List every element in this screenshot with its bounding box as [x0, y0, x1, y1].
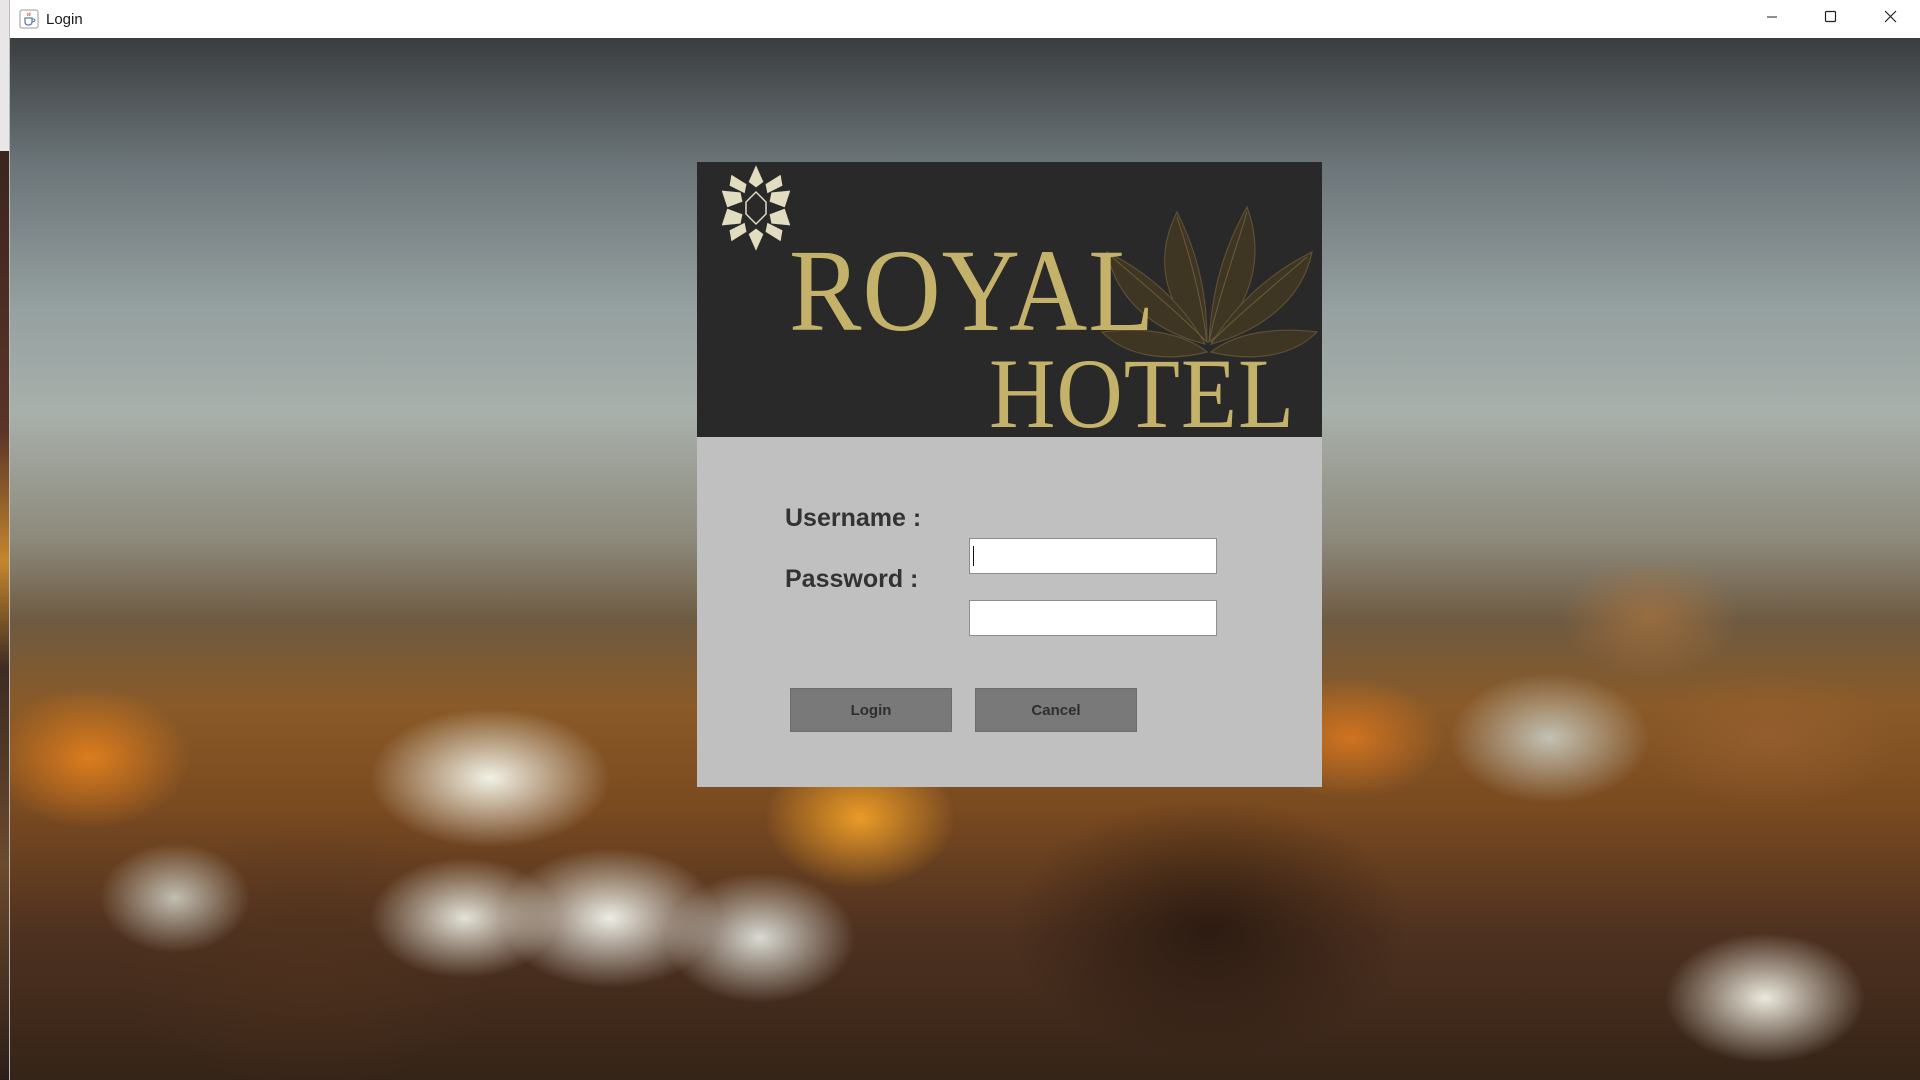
login-button[interactable]: Login: [790, 688, 952, 732]
bokeh-background: ROYAL HOTEL Username : Password : Login …: [10, 38, 1920, 1080]
minimize-button[interactable]: [1744, 0, 1800, 38]
password-label: Password :: [785, 565, 919, 593]
username-input[interactable]: [969, 538, 1217, 574]
window-title: Login: [46, 10, 83, 28]
text-caret: [973, 546, 974, 566]
title-bar[interactable]: Login: [10, 0, 1920, 38]
cancel-button[interactable]: Cancel: [975, 688, 1137, 732]
login-panel: ROYAL HOTEL Username : Password : Login …: [697, 162, 1322, 787]
hotel-banner: ROYAL HOTEL: [697, 162, 1322, 437]
brand-name-hotel: HOTEL: [989, 338, 1296, 438]
maximize-button[interactable]: [1802, 0, 1858, 38]
brand-name-royal: ROYAL: [789, 225, 1156, 356]
maximize-icon: [1824, 10, 1837, 28]
password-input[interactable]: [969, 600, 1217, 636]
star-emblem-icon: [720, 162, 792, 254]
minimize-icon: [1766, 10, 1778, 28]
login-window: Login ROYAL HOTEL Username: Password: …: [9, 0, 1920, 1080]
username-label: Username :: [785, 504, 922, 532]
close-icon: [1884, 10, 1897, 28]
desktop-background-strip: [0, 0, 9, 1080]
java-cup-icon: [19, 9, 39, 29]
close-button[interactable]: [1862, 0, 1918, 38]
